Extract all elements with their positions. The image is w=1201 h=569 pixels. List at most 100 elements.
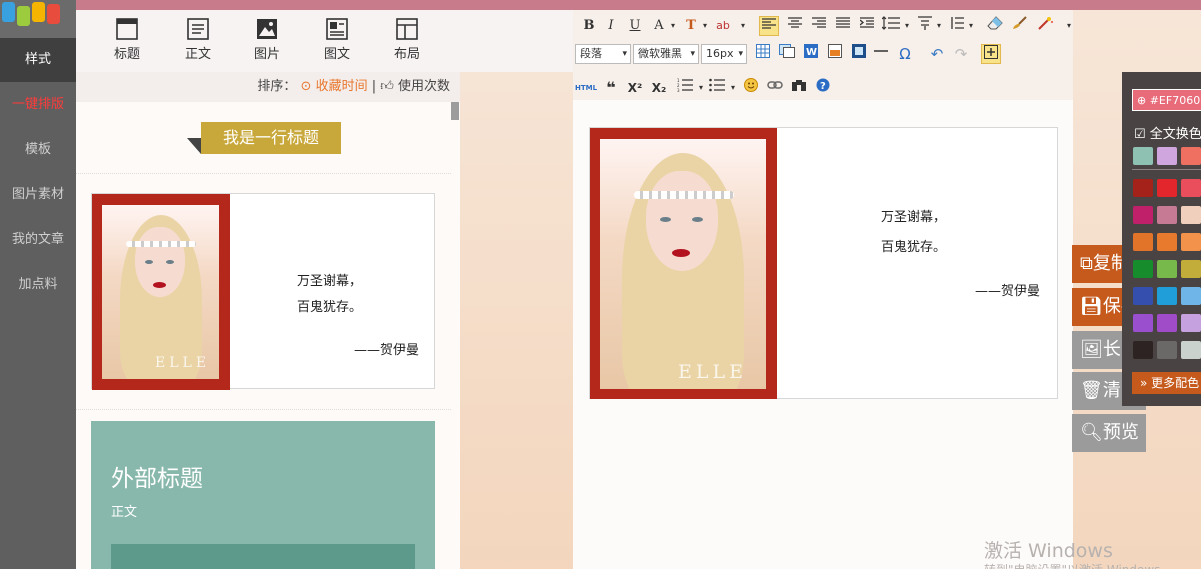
align-right-button[interactable] (809, 16, 829, 36)
template-item-green-card[interactable]: 外部标题 正文 (91, 421, 435, 569)
italic-button[interactable]: I (601, 16, 621, 36)
color-swatch[interactable] (1157, 179, 1177, 197)
color-swatch[interactable] (1133, 206, 1153, 224)
undo-button[interactable]: ↶ (927, 44, 947, 64)
template-scrollbar[interactable] (451, 102, 459, 120)
magic-dropdown-icon[interactable]: ▾ (1059, 16, 1079, 36)
add-module-button[interactable] (981, 44, 1001, 64)
special-char-button[interactable]: Ω (895, 44, 915, 64)
insert-frame-button[interactable] (825, 44, 845, 64)
sort-bar: 排序： ⊙ 收藏时间 | 👍︎ 使用次数 (76, 72, 460, 102)
color-hex-input[interactable]: ⊕ #EF7060 (1132, 89, 1201, 111)
nav-item[interactable]: 我的文章 (0, 218, 76, 262)
font-family-select[interactable]: 微软雅黑 ▾ (633, 44, 699, 64)
document-image-quote-block[interactable]: ELLE 万圣谢幕， 百鬼犹存。 ——贺伊曼 (589, 127, 1058, 399)
find-button[interactable] (789, 78, 809, 98)
sort-usage-option[interactable]: 👍︎ 使用次数 (380, 79, 450, 94)
color-swatch[interactable] (1181, 287, 1201, 305)
full-text-color-checkbox[interactable]: ☑ 全文换色 (1134, 123, 1201, 142)
svg-text:3: 3 (677, 88, 680, 92)
paragraph-spacing-dropdown-icon[interactable]: ▾ (929, 16, 949, 36)
color-swatch[interactable] (1157, 314, 1177, 332)
color-swatch[interactable] (1133, 179, 1153, 197)
preview-button[interactable]: 🔍︎预览 (1072, 414, 1146, 452)
tool-title[interactable]: 标题 (99, 18, 155, 62)
tool-image-text[interactable]: 图文 (309, 18, 365, 62)
nav-item[interactable]: 图片素材 (0, 173, 76, 217)
color-swatch[interactable] (1133, 260, 1153, 278)
line-spacing-dropdown-icon[interactable]: ▾ (897, 16, 917, 36)
color-swatch[interactable] (1133, 314, 1153, 332)
insert-image-button[interactable] (777, 44, 797, 64)
template-list[interactable]: 我是一行标题 ELLE 万圣谢幕， 百鬼犹存。 ——贺伊曼 外部标题 正文 (76, 102, 460, 569)
align-center-button[interactable] (785, 16, 805, 36)
template-item-title[interactable]: 我是一行标题 (76, 102, 451, 174)
indent-button[interactable] (857, 16, 877, 36)
color-swatch[interactable] (1157, 341, 1177, 359)
nav-item[interactable]: 样式 (0, 38, 76, 82)
tool-layout[interactable]: 布局 (379, 18, 435, 62)
template-item-image-quote[interactable]: ELLE 万圣谢幕， 百鬼犹存。 ——贺伊曼 (91, 193, 435, 390)
align-left-button[interactable] (759, 16, 779, 36)
more-colors-button[interactable]: » 更多配色 (1132, 372, 1201, 394)
table-button[interactable] (753, 44, 773, 64)
color-swatch[interactable] (1133, 233, 1153, 251)
blockquote-button[interactable]: ❝ (601, 78, 621, 98)
emoji-button[interactable] (741, 78, 761, 98)
background-color-dropdown-icon[interactable]: ▾ (695, 16, 715, 36)
nav-item[interactable]: 模板 (0, 128, 76, 172)
color-swatch[interactable] (1181, 341, 1201, 359)
color-swatch[interactable] (1181, 179, 1201, 197)
redo-button[interactable]: ↷ (951, 44, 971, 64)
font-size-select[interactable]: 16px ▾ (701, 44, 747, 64)
divider (1132, 169, 1201, 170)
format-painter-button[interactable]: ab (713, 16, 733, 36)
color-swatch[interactable] (1181, 260, 1201, 278)
green-card-band (111, 544, 415, 569)
color-swatch[interactable] (1133, 287, 1153, 305)
font-size-value: 16px (706, 47, 734, 60)
paragraph-select[interactable]: 段落 ▾ (575, 44, 631, 64)
link-button[interactable] (765, 78, 785, 98)
brush-button[interactable] (1009, 16, 1029, 36)
color-swatch[interactable] (1157, 233, 1177, 251)
clock-icon: ⊙ (300, 79, 312, 94)
color-swatch[interactable] (1181, 206, 1201, 224)
color-swatch[interactable] (1133, 341, 1153, 359)
tool-text[interactable]: 正文 (170, 18, 226, 62)
justify-button[interactable] (833, 16, 853, 36)
color-swatch[interactable] (1157, 206, 1177, 224)
title-icon (116, 18, 138, 40)
app-logo[interactable] (0, 0, 76, 38)
subscript-button[interactable]: X₂ (649, 78, 669, 98)
font-color-dropdown-icon[interactable]: ▾ (663, 16, 683, 36)
sort-favorite-option[interactable]: ⊙ 收藏时间 (301, 79, 372, 94)
editor-document[interactable]: ELLE 万圣谢幕， 百鬼犹存。 ——贺伊曼 (573, 100, 1073, 569)
magic-button[interactable] (1035, 16, 1055, 36)
superscript-button[interactable]: X² (625, 78, 645, 98)
horizontal-rule-button[interactable] (871, 44, 891, 64)
tool-image[interactable]: 图片 (239, 18, 295, 62)
color-swatch[interactable] (1181, 314, 1201, 332)
format-painter-dropdown-icon[interactable]: ▾ (733, 16, 753, 36)
bullet-list-dropdown-icon[interactable]: ▾ (723, 78, 743, 98)
quote-line-1: 万圣谢幕， (297, 274, 363, 289)
color-swatch[interactable] (1157, 260, 1177, 278)
color-swatch[interactable] (1133, 147, 1153, 165)
insert-video-button[interactable] (849, 44, 869, 64)
bold-button[interactable]: B (579, 16, 599, 36)
color-swatch[interactable] (1181, 233, 1201, 251)
letter-spacing-dropdown-icon[interactable]: ▾ (961, 16, 981, 36)
word-import-button[interactable]: W (801, 44, 821, 64)
html-source-button[interactable]: HTML (575, 78, 597, 98)
eraser-button[interactable] (985, 16, 1005, 36)
nav-item[interactable]: 一键排版 (0, 83, 76, 127)
svg-text:W: W (806, 47, 817, 58)
underline-button[interactable]: U (625, 16, 645, 36)
color-swatch[interactable] (1181, 147, 1201, 165)
color-swatch[interactable] (1157, 147, 1177, 165)
color-swatch[interactable] (1157, 287, 1177, 305)
help-button[interactable]: ? (813, 78, 833, 98)
nav-item[interactable]: 加点料 (0, 263, 76, 307)
green-card-body: 正文 (111, 505, 138, 520)
